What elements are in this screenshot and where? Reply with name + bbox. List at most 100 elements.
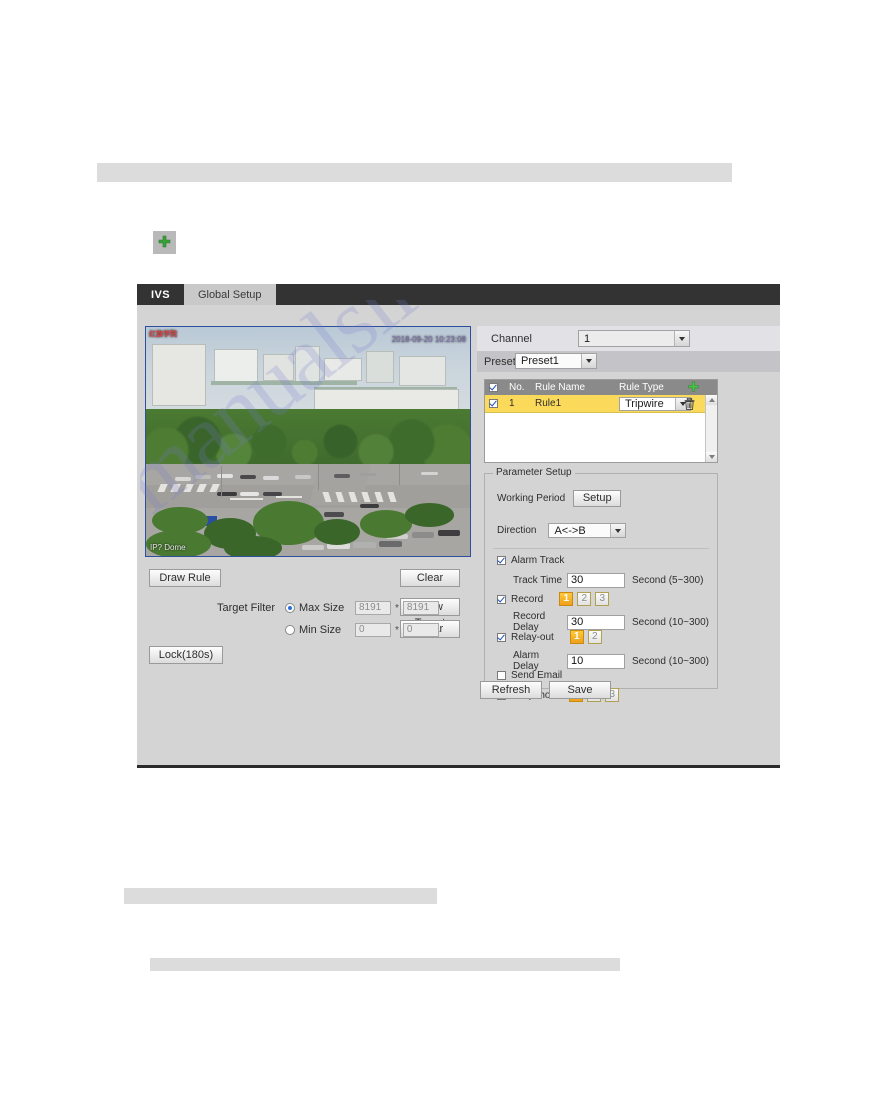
parameter-setup-group: Parameter Setup Working Period Setup Dir… [484,467,718,702]
max-size-separator: * [395,602,399,614]
video-osd-device-name: IP? Dome [150,543,186,552]
ivs-config-panel: IVS Global Setup 红旗学院 2018-09-20 10:23:0… [137,284,780,768]
max-size-radio[interactable] [285,603,295,613]
record-delay-unit: Second (10~300) [632,616,710,628]
record-channel-2[interactable]: 2 [577,592,592,606]
working-period-row: Working Period Setup [497,490,622,507]
panel-body: 红旗学院 2018-09-20 10:23:08 IP? Dome Draw R… [137,305,780,765]
column-header-no: No. [509,382,525,393]
record-checkbox[interactable] [497,594,506,604]
section-divider [493,548,709,549]
relay-out-channel-group: 1 2 [569,630,602,644]
trash-icon[interactable] [684,397,695,415]
column-header-rule-type: Rule Type [619,382,664,393]
track-time-input[interactable]: 30 [567,573,625,588]
redacted-heading-bar-top [97,163,732,182]
rule-no: 1 [509,398,515,409]
alarm-delay-label: Alarm Delay [513,650,540,672]
rule-table: No. Rule Name Rule Type 1 Rule1 Tripwire [484,379,718,463]
send-email-checkbox[interactable] [497,671,506,680]
parameter-setup-legend: Parameter Setup [493,467,575,478]
min-size-height-input[interactable]: 0 [402,623,439,637]
record-channel-1[interactable]: 1 [559,592,574,606]
left-column: 红旗学院 2018-09-20 10:23:08 IP? Dome Draw R… [137,305,477,765]
select-all-rules-checkbox[interactable] [489,383,498,392]
alarm-track-label: Alarm Track [511,555,565,566]
draw-rule-button[interactable]: Draw Rule [149,569,221,587]
rule-type-value: Tripwire [625,397,664,410]
alarm-track-row[interactable]: Alarm Track [497,555,564,566]
max-size-row[interactable]: Max Size 8191 * 8191 [285,601,439,615]
rule-table-scrollbar[interactable] [705,395,717,462]
rule-table-header: No. Rule Name Rule Type [485,380,717,395]
table-row[interactable]: 1 Rule1 Tripwire [485,395,717,413]
relay-out-channel-1[interactable]: 1 [569,630,584,644]
channel-select[interactable]: 1 [578,330,690,347]
max-size-label: Max Size [299,602,345,614]
min-size-separator: * [395,624,399,636]
relay-out-row[interactable]: Relay-out 1 2 [497,630,602,644]
min-size-radio[interactable] [285,625,295,635]
video-osd-timestamp: 2018-09-20 10:23:08 [391,335,466,344]
rule-type-select[interactable]: Tripwire [619,396,691,411]
target-filter-label: Target Filter [217,602,276,614]
min-size-label: Min Size [299,624,342,636]
scroll-up-arrow-icon[interactable] [706,395,717,405]
chevron-down-icon[interactable] [674,331,689,346]
record-channel-3[interactable]: 3 [595,592,610,606]
column-header-rule-name: Rule Name [535,382,586,393]
record-row[interactable]: Record 1 2 3 [497,592,610,606]
chevron-down-icon[interactable] [610,524,626,537]
redacted-heading-bar-bottom [150,958,620,971]
rule-name[interactable]: Rule1 [535,398,619,409]
direction-select[interactable]: A<->B [548,523,627,538]
send-email-row[interactable]: Send Email [497,670,562,681]
lock-button[interactable]: Lock(180s) [149,646,223,664]
redacted-caption-bar-middle [124,888,437,904]
channel-select-value: 1 [584,332,591,345]
channel-label: Channel [491,332,532,345]
channel-row: Channel 1 [477,326,780,351]
working-period-label: Working Period [497,493,566,504]
preset-select[interactable]: Preset1 [515,353,597,369]
video-osd-top-left: 红旗学院 [149,331,177,338]
rule-enabled-checkbox[interactable] [489,399,498,408]
alarm-delay-row: Alarm Delay 10 Second (10~300) [513,650,709,672]
relay-out-channel-2[interactable]: 2 [587,630,602,644]
track-time-unit: Second (5~300) [632,575,704,586]
refresh-button[interactable]: Refresh [480,681,542,699]
tab-global-setup[interactable]: Global Setup [183,284,276,305]
relay-out-checkbox[interactable] [497,632,506,642]
video-ground [146,464,470,556]
video-preview[interactable]: 红旗学院 2018-09-20 10:23:08 IP? Dome [145,326,471,557]
preset-label: Preset [484,355,516,368]
max-size-height-input[interactable]: 8191 [402,601,439,615]
min-size-width-input[interactable]: 0 [355,623,391,637]
save-button[interactable]: Save [549,681,611,699]
track-time-row: Track Time 30 Second (5~300) [513,573,703,588]
preset-select-value: Preset1 [521,355,559,367]
direction-label: Direction [497,525,537,536]
send-email-label: Send Email [511,670,563,681]
alarm-track-checkbox[interactable] [497,556,506,565]
scroll-down-arrow-icon[interactable] [706,452,717,462]
direction-value: A<->B [554,524,586,537]
record-channel-group: 1 2 3 [559,592,610,606]
tab-bar: IVS Global Setup [137,284,780,305]
preset-row: Preset Preset1 [477,351,780,372]
direction-row: Direction A<->B [497,523,627,538]
relay-out-label: Relay-out [511,631,554,643]
min-size-row[interactable]: Min Size 0 * 0 [285,623,439,637]
alarm-delay-unit: Second (10~300) [632,655,710,667]
track-time-label: Track Time [513,575,563,586]
video-cityscape [146,336,470,418]
record-label: Record [511,593,544,605]
record-delay-input[interactable]: 30 [567,614,625,630]
tab-ivs[interactable]: IVS [137,284,184,305]
max-size-width-input[interactable]: 8191 [355,601,391,615]
chevron-down-icon[interactable] [581,354,596,368]
add-plus-icon[interactable] [153,231,176,254]
alarm-delay-input[interactable]: 10 [567,653,625,669]
working-period-setup-button[interactable]: Setup [573,490,622,507]
clear-rule-button[interactable]: Clear [400,569,460,587]
